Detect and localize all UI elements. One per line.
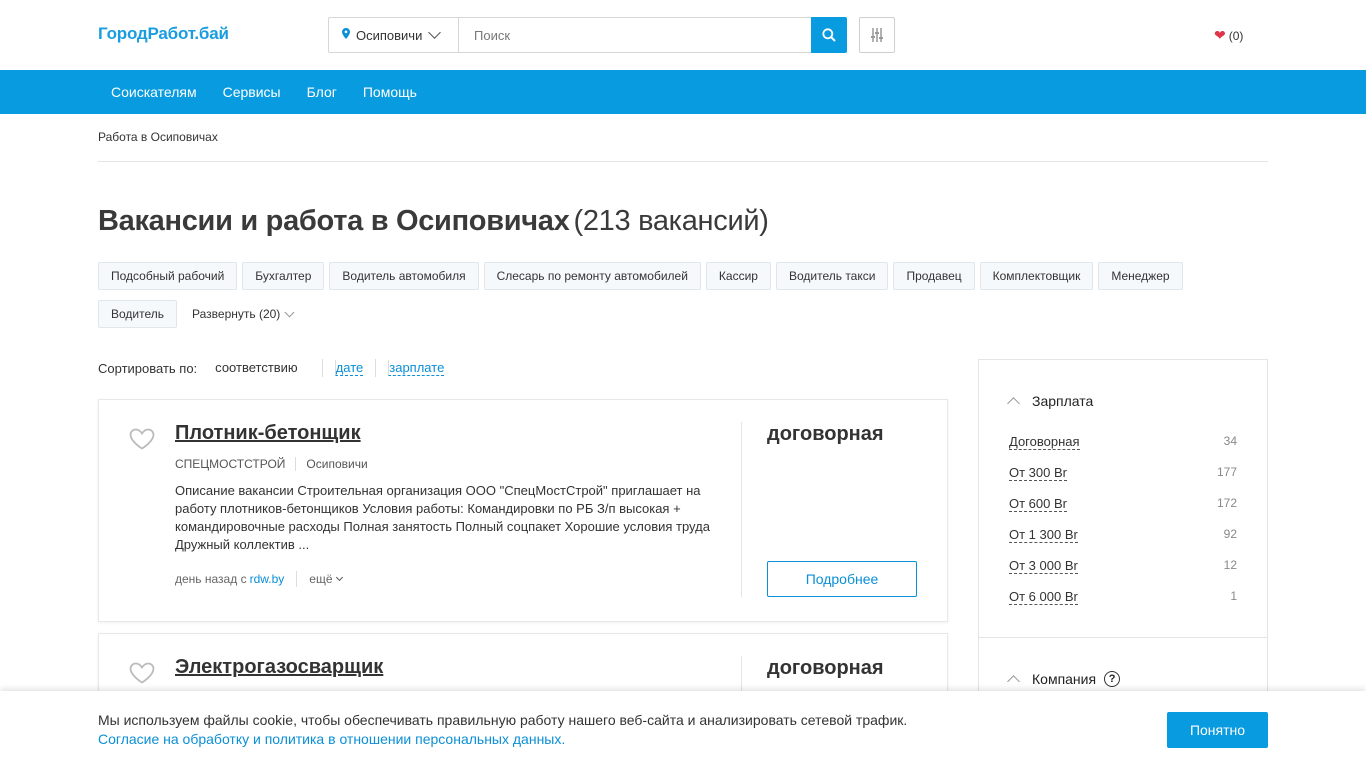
- nav-item-seekers[interactable]: Соискателям: [111, 84, 197, 100]
- divider: [321, 359, 323, 377]
- expand-tags-button[interactable]: Развернуть (20): [182, 300, 304, 328]
- sort-option-salary[interactable]: зарплате: [388, 360, 445, 376]
- salary-filter-option[interactable]: От 600 Br 172: [1009, 496, 1237, 512]
- details-button[interactable]: Подробнее: [767, 561, 917, 597]
- tag-item[interactable]: Менеджер: [1098, 262, 1183, 290]
- cookie-message: Мы используем файлы cookie, чтобы обеспе…: [98, 712, 908, 728]
- main-nav: Соискателям Сервисы Блог Помощь: [0, 70, 1366, 114]
- favorite-button[interactable]: [129, 662, 155, 687]
- heart-outline-icon: [129, 662, 155, 684]
- salary-filter-option[interactable]: Договорная 34: [1009, 434, 1237, 450]
- filter-label: От 3 000 Br: [1009, 558, 1078, 574]
- company-name: СПЕЦМОСТСТРОЙ: [175, 457, 286, 471]
- tag-item[interactable]: Бухгалтер: [242, 262, 325, 290]
- sort-option-date[interactable]: дате: [334, 360, 364, 376]
- sort-bar: Сортировать по: соответствию дате зарпла…: [98, 359, 456, 377]
- breadcrumb[interactable]: Работа в Осиповичах: [98, 130, 218, 144]
- source-link[interactable]: rdw.by: [250, 572, 285, 586]
- divider: [98, 161, 1268, 162]
- filter-label: От 6 000 Br: [1009, 589, 1078, 605]
- chevron-up-icon: [1007, 675, 1020, 688]
- tag-item[interactable]: Водитель такси: [775, 262, 889, 290]
- chevron-up-icon: [1007, 397, 1020, 410]
- salary-filter-option[interactable]: От 3 000 Br 12: [1009, 558, 1237, 574]
- tag-item[interactable]: Кассир: [705, 262, 771, 290]
- divider: [741, 422, 742, 597]
- site-logo[interactable]: ГородРабот.бай: [98, 24, 229, 44]
- chevron-down-icon: [335, 573, 343, 582]
- sort-label: Сортировать по:: [98, 360, 198, 376]
- company-filter-heading: Компания: [1032, 671, 1097, 687]
- filter-count: 172: [1216, 496, 1237, 510]
- filter-label: Договорная: [1009, 434, 1080, 450]
- vacancy-salary: договорная: [767, 657, 884, 679]
- tag-item[interactable]: Продавец: [893, 262, 975, 290]
- vacancy-description: Описание вакансии Строительная организац…: [175, 483, 710, 552]
- search-bar: Осиповичи: [328, 17, 847, 53]
- tag-item[interactable]: Водитель автомобиля: [329, 262, 479, 290]
- vacancy-title[interactable]: Плотник-бетонщик: [175, 422, 361, 445]
- more-label: ещё: [309, 572, 333, 586]
- filter-count: 34: [1223, 434, 1237, 448]
- heart-outline-icon: [129, 428, 155, 450]
- tag-item[interactable]: Комплектовщик: [979, 262, 1094, 290]
- privacy-policy-link[interactable]: Согласие на обработку и политика в отнош…: [98, 730, 907, 749]
- filter-count: 12: [1223, 558, 1237, 572]
- profession-tags: Подсобный рабочий Бухгалтер Водитель авт…: [98, 262, 1218, 328]
- filter-label: От 300 Br: [1009, 465, 1067, 481]
- filter-count: 92: [1223, 527, 1237, 541]
- salary-filter-option[interactable]: От 1 300 Br 92: [1009, 527, 1237, 543]
- filter-label: От 1 300 Br: [1009, 527, 1078, 543]
- favorite-button[interactable]: [129, 428, 155, 453]
- filter-label: От 600 Br: [1009, 496, 1067, 512]
- sort-option-relevance[interactable]: соответствию: [215, 359, 310, 377]
- city-selector[interactable]: Осиповичи: [329, 18, 459, 52]
- tag-item[interactable]: Подсобный рабочий: [98, 262, 238, 290]
- page-title: Вакансии и работа в Осиповичах (213 вакан…: [98, 205, 769, 237]
- tag-item[interactable]: Слесарь по ремонту автомобилей: [483, 262, 701, 290]
- salary-filter-option[interactable]: От 300 Br 177: [1009, 465, 1237, 481]
- tag-item[interactable]: Водитель: [98, 300, 178, 328]
- nav-item-blog[interactable]: Блог: [307, 84, 337, 100]
- divider: [375, 359, 377, 377]
- divider: [296, 571, 298, 587]
- nav-item-services[interactable]: Сервисы: [223, 84, 281, 100]
- vacancy-footer: день назад с rdw.by ещё: [175, 571, 343, 587]
- sliders-icon: [871, 28, 883, 42]
- divider: [295, 457, 297, 471]
- help-icon[interactable]: ?: [1104, 671, 1121, 687]
- cookie-text-block: Мы используем файлы cookie, чтобы обеспе…: [98, 711, 907, 749]
- search-button[interactable]: [811, 17, 847, 53]
- salary-filter-heading: Зарплата: [1032, 393, 1094, 409]
- vacancy-salary: договорная: [767, 423, 884, 445]
- vacancy-count: (213 вакансий): [573, 205, 769, 237]
- filter-count: 177: [1216, 465, 1237, 479]
- city-label: Осиповичи: [356, 27, 423, 43]
- posted-time: день назад с: [175, 572, 247, 586]
- filter-count: 1: [1230, 589, 1237, 603]
- company-filter-toggle[interactable]: Компания ?: [1007, 671, 1121, 688]
- favorites-count: (0): [1228, 28, 1244, 43]
- salary-filter-toggle[interactable]: Зарплата: [1007, 393, 1094, 410]
- search-input[interactable]: [459, 18, 811, 52]
- search-icon: [822, 28, 836, 42]
- vacancy-meta: СПЕЦМОСТСТРОЙ Осиповичи: [175, 457, 368, 471]
- vacancy-city: Осиповичи: [306, 457, 368, 471]
- nav-item-help[interactable]: Помощь: [363, 84, 417, 100]
- divider: [979, 637, 1267, 638]
- chevron-down-icon: [284, 307, 295, 317]
- vacancy-title[interactable]: Электрогазосварщик: [175, 656, 383, 679]
- more-dropdown[interactable]: ещё: [309, 572, 343, 586]
- favorites-link[interactable]: ❤ (0): [1214, 27, 1243, 44]
- expand-tags-label: Развернуть (20): [192, 307, 281, 321]
- heart-icon: ❤: [1214, 27, 1226, 43]
- accept-cookies-button[interactable]: Понятно: [1167, 712, 1268, 748]
- filters-button[interactable]: [859, 17, 895, 53]
- location-pin-icon: [342, 28, 350, 42]
- vacancy-card: Плотник-бетонщик СПЕЦМОСТСТРОЙ Осиповичи…: [98, 399, 948, 622]
- header: ГородРабот.бай Осиповичи ❤ (0): [0, 0, 1366, 70]
- cookie-banner: Мы используем файлы cookie, чтобы обеспе…: [0, 691, 1366, 768]
- salary-filter-option[interactable]: От 6 000 Br 1: [1009, 589, 1237, 605]
- chevron-down-icon: [428, 26, 442, 39]
